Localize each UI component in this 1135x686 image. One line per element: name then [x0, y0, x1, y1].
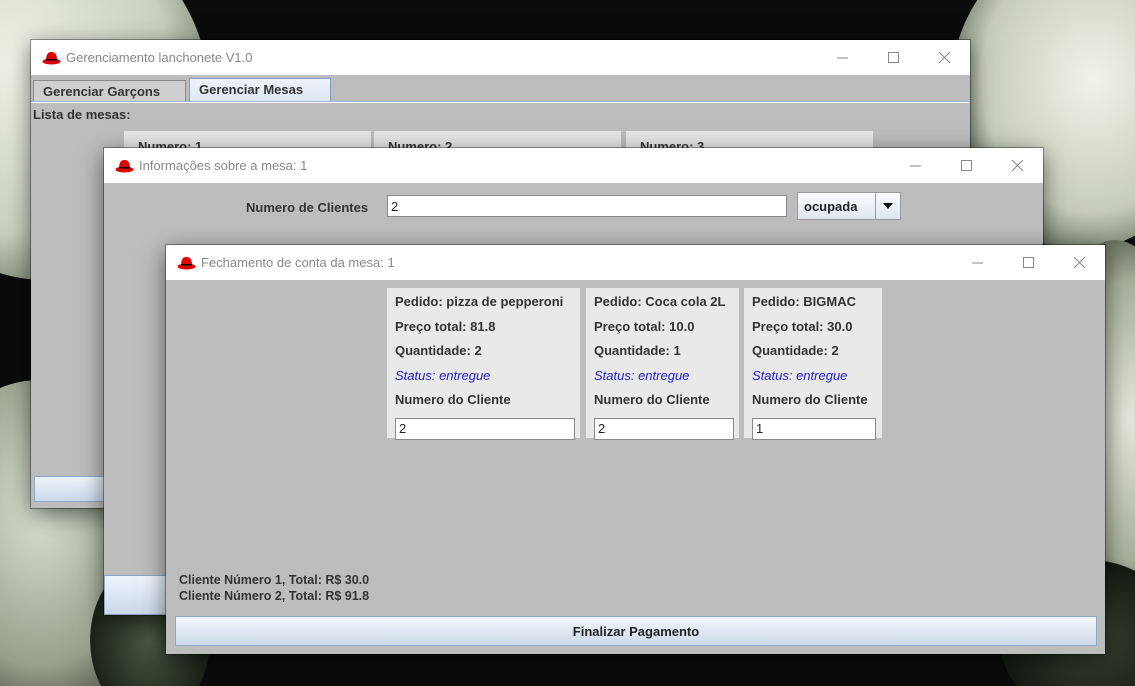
table-info-bottom-button[interactable]: [104, 575, 168, 615]
red-hat-icon: [115, 159, 134, 172]
triangle-down-icon[interactable]: [875, 193, 900, 219]
client-total-prefix: Cliente Número: [179, 573, 275, 587]
red-hat-icon: [177, 256, 196, 269]
order-item: Pedido: BIGMAC: [752, 294, 856, 309]
order-client-input[interactable]: [594, 417, 734, 440]
bill-closing-title: Fechamento de conta da mesa: 1: [201, 255, 395, 270]
order-client-label: Numero do Cliente: [395, 392, 511, 407]
client-total-amount: , Total: R$ 91.8: [281, 589, 370, 603]
tab-bar: Gerenciar Garçons Gerenciar Mesas: [31, 75, 970, 102]
client-total-amount: , Total: R$ 30.0: [281, 573, 370, 587]
order-item: Pedido: Coca cola 2L: [594, 294, 726, 309]
maximize-icon[interactable]: [1003, 245, 1054, 280]
clients-count-label: Numero de Clientes: [246, 200, 369, 215]
close-icon[interactable]: [919, 40, 970, 75]
client-number: 2: [274, 589, 282, 603]
close-icon[interactable]: [992, 148, 1043, 183]
main-window-title: Gerenciamento lanchonete V1.0: [66, 50, 253, 65]
minimize-icon[interactable]: [890, 148, 941, 183]
red-hat-icon: [42, 51, 61, 64]
order-item: Pedido: pizza de pepperoni: [395, 294, 564, 309]
table-status-value: ocupada: [804, 199, 858, 214]
finalize-payment-button[interactable]: Finalizar Pagamento: [175, 616, 1097, 646]
order-quantity: Quantidade: 1: [594, 343, 681, 358]
order-status: Status: entregue: [395, 367, 491, 383]
order-card: Pedido: BIGMAC Preço total: 30.0 Quantid…: [744, 288, 882, 440]
bill-closing-titlebar[interactable]: Fechamento de conta da mesa: 1: [166, 245, 1105, 280]
client-total-line: Cliente Número 1, Total: R$ 30.0: [179, 573, 369, 587]
order-client-input[interactable]: [395, 417, 575, 440]
order-card: Pedido: pizza de pepperoni Preço total: …: [387, 288, 580, 440]
maximize-icon[interactable]: [868, 40, 919, 75]
order-client-input[interactable]: [752, 417, 876, 440]
tab-gerenciar-garcons[interactable]: Gerenciar Garçons: [33, 80, 186, 102]
client-number: 1: [274, 573, 282, 587]
mesas-list-label: Lista de mesas:: [33, 107, 131, 122]
maximize-icon[interactable]: [941, 148, 992, 183]
close-icon[interactable]: [1054, 245, 1105, 280]
tab-gerenciar-mesas[interactable]: Gerenciar Mesas: [189, 78, 331, 102]
order-status: Status: entregue: [752, 367, 848, 383]
order-card: Pedido: Coca cola 2L Preço total: 10.0 Q…: [586, 288, 739, 440]
table-info-title: Informações sobre a mesa: 1: [139, 158, 308, 173]
order-status: Status: entregue: [594, 367, 690, 383]
order-total-price: Preço total: 30.0: [752, 318, 853, 334]
bill-closing-body: Pedido: pizza de pepperoni Preço total: …: [166, 280, 1105, 654]
client-total-line: Cliente Número 2, Total: R$ 91.8: [179, 589, 369, 603]
clients-count-input[interactable]: [387, 195, 787, 217]
order-quantity: Quantidade: 2: [752, 343, 839, 358]
order-quantity: Quantidade: 2: [395, 343, 482, 358]
order-total-price: Preço total: 81.8: [395, 318, 496, 334]
main-window-titlebar[interactable]: Gerenciamento lanchonete V1.0: [31, 40, 970, 75]
client-total-prefix: Cliente Número: [179, 589, 275, 603]
bill-closing-window: Fechamento de conta da mesa: 1 Pedido: p…: [166, 245, 1105, 654]
minimize-icon[interactable]: [952, 245, 1003, 280]
order-client-label: Numero do Cliente: [594, 392, 710, 407]
minimize-icon[interactable]: [817, 40, 868, 75]
order-total-price: Preço total: 10.0: [594, 318, 695, 334]
table-info-titlebar[interactable]: Informações sobre a mesa: 1: [104, 148, 1043, 183]
order-client-label: Numero do Cliente: [752, 392, 868, 407]
table-status-select[interactable]: ocupada: [797, 192, 901, 220]
